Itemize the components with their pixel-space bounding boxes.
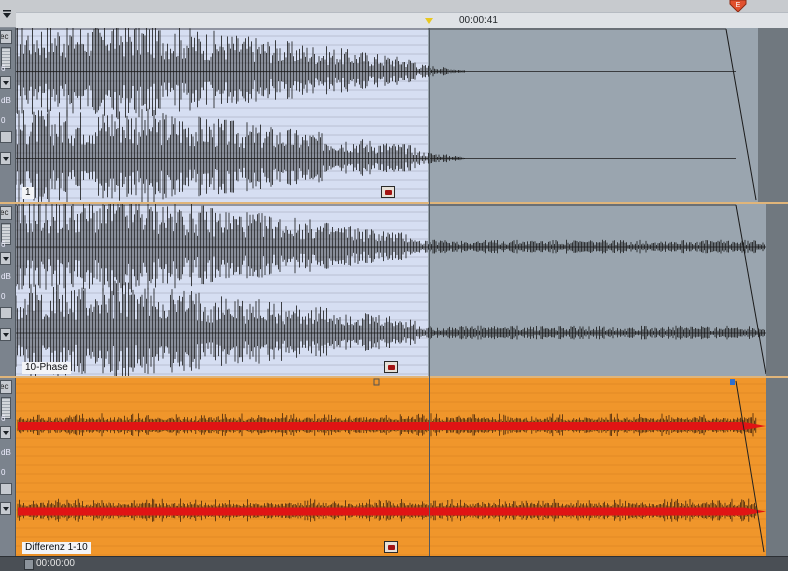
track-1-zero-label: 0 — [1, 116, 6, 125]
track-1-right-gutter — [758, 28, 788, 202]
track-1[interactable]: ec 6 dB 0 1 — [0, 28, 788, 202]
track-3-zero-label: 0 — [1, 468, 6, 477]
track-3-db-label: dB — [1, 448, 11, 457]
playhead-cursor[interactable] — [429, 28, 430, 556]
track-1-menu-icon[interactable] — [0, 152, 11, 165]
transport-status-bar: 00:00:00 — [0, 556, 788, 571]
track-3-controls: ec 6 dB 0 — [0, 378, 16, 556]
track-3-channel-2-wave — [18, 507, 766, 516]
track-2-fx-button[interactable]: ec — [0, 206, 12, 220]
track-3-fade-handle-icon — [730, 379, 735, 385]
track-3-name-label[interactable]: Differenz 1-10 — [22, 542, 91, 554]
track-3-channel-1-wave — [18, 422, 766, 431]
track-2-waveform[interactable] — [16, 204, 766, 376]
track-2-zero-label: 0 — [1, 292, 6, 301]
track-2-menu-icon[interactable] — [0, 328, 11, 341]
track-1-controls: ec 6 dB 0 — [0, 28, 16, 202]
track-2-clip-record-icon[interactable] — [384, 361, 398, 373]
track-3-menu-icon[interactable] — [0, 502, 11, 515]
track-2-name-label[interactable]: 10-Phase — [22, 362, 71, 374]
track-menu-icon[interactable] — [2, 10, 12, 20]
track-1-dropdown-icon[interactable] — [0, 76, 11, 89]
track-1-fx-button[interactable]: ec — [0, 30, 12, 44]
playback-start-marker-icon[interactable] — [425, 18, 433, 24]
track-1-waveform[interactable] — [16, 28, 766, 202]
track-1-clip-record-icon[interactable] — [381, 186, 395, 198]
track-2-dropdown-icon[interactable] — [0, 252, 11, 265]
track-2-level-label: 6 — [1, 240, 6, 249]
track-1-mute-button[interactable] — [0, 131, 12, 143]
end-marker-label: E — [736, 2, 741, 9]
track-3-dropdown-icon[interactable] — [0, 426, 11, 439]
track-3[interactable]: ec 6 dB 0 Differenz 1-10 — [0, 378, 788, 556]
track-2[interactable]: ec 6 dB 0 10-Phase — [0, 204, 788, 376]
track-3-level-label: 6 — [1, 414, 6, 423]
track-2-controls: ec 6 dB 0 — [0, 204, 16, 376]
track-3-mute-button[interactable] — [0, 483, 12, 495]
track-2-right-gutter — [766, 204, 788, 376]
track-1-level-label: 6 — [1, 64, 6, 73]
track-1-name-label[interactable]: 1 — [22, 187, 34, 199]
track-2-mute-button[interactable] — [0, 307, 12, 319]
timeline-ruler[interactable]: 00:00:41 E — [0, 0, 788, 28]
track-3-right-gutter — [766, 378, 788, 556]
audio-editor-window: 00:00:41 E ec 6 dB 0 1 ec 6 dB 0 10-Phas… — [0, 0, 788, 571]
track-2-db-label: dB — [1, 272, 11, 281]
ruler-strip[interactable] — [16, 12, 788, 28]
track-3-clip-record-icon[interactable] — [384, 541, 398, 553]
track-1-db-label: dB — [1, 96, 11, 105]
cursor-time-readout: 00:00:00 — [36, 558, 75, 569]
end-marker-icon[interactable]: E — [729, 0, 747, 12]
track-3-background — [16, 378, 766, 556]
track-3-waveform[interactable] — [16, 378, 766, 556]
ruler-time-readout: 00:00:41 — [459, 15, 498, 26]
track-3-fx-button[interactable]: ec — [0, 380, 12, 394]
scroll-left-button[interactable] — [24, 559, 34, 570]
